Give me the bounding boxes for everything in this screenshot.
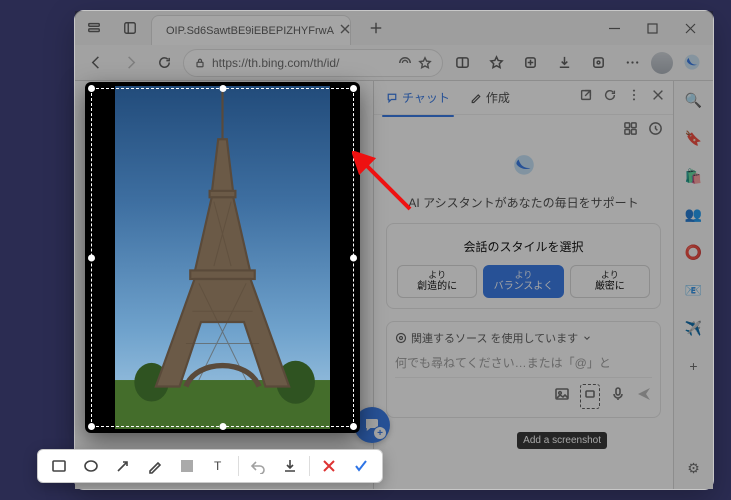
sb-shop[interactable]: 🛍️ [683,165,705,187]
copilot-tabs: チャット 作成 [374,81,673,115]
extensions-button[interactable] [583,48,613,78]
copilot-chat-tab[interactable]: チャット [382,85,454,110]
tab-title: OIP.Sd6SawtBE9iEBEPIZHYFrwA [166,25,334,37]
snip-toolbar: T [37,449,383,483]
style-header: 会話のスタイルを選択 [397,238,650,255]
mic-icon[interactable] [610,386,626,407]
handle-s[interactable] [219,423,226,430]
handle-sw[interactable] [88,423,95,430]
profile-avatar[interactable] [651,52,673,74]
text-tool[interactable]: T [204,452,234,480]
handle-n[interactable] [219,85,226,92]
add-image-icon[interactable] [554,386,570,407]
back-button[interactable] [81,48,111,78]
lock-icon [194,57,206,69]
copilot-logo [511,153,537,182]
edge-sidebar: 🔍 🔖 🛍️ 👥 ⭕ 📧 ✈️ + ⚙ [673,81,713,489]
add-screenshot-icon[interactable] [580,384,600,409]
sb-search[interactable]: 🔍 [683,89,705,111]
screenshot-tooltip: Add a screenshot [517,432,607,449]
apps-icon[interactable] [623,121,638,141]
window-close[interactable] [671,11,709,45]
style-precise-button[interactable]: より厳密に [570,265,650,298]
window-maximize[interactable] [633,11,671,45]
refresh-button[interactable] [149,48,179,78]
compose-box: 関連するソース を使用しています 何でも尋ねてください…または「@」と [386,321,661,418]
vertical-tabs-button[interactable] [115,13,145,43]
shape-rectangle[interactable] [44,452,74,480]
omnibox[interactable]: https://th.bing.com/th/id/ [183,49,443,77]
more-icon[interactable] [627,88,641,107]
svg-text:T: T [214,459,222,473]
titlebar: OIP.Sd6SawtBE9iEBEPIZHYFrwA [75,11,713,45]
style-selector: 会話のスタイルを選択 より創造的に よりバランスよく より厳密に [386,223,661,309]
style-creative-button[interactable]: より創造的に [397,265,477,298]
favorites-button[interactable] [481,48,511,78]
favorite-icon[interactable] [418,56,432,70]
refresh-icon[interactable] [603,88,617,107]
sb-people[interactable]: 👥 [683,203,705,225]
split-screen-icon[interactable] [447,48,477,78]
collections-button[interactable] [515,48,545,78]
send-icon[interactable] [636,386,652,407]
selection-marquee[interactable] [91,88,354,427]
read-aloud-icon[interactable] [398,56,412,70]
sb-teams[interactable]: ✈️ [683,317,705,339]
address-bar-row: https://th.bing.com/th/id/ [75,45,713,81]
new-tab-button[interactable] [361,13,391,43]
handle-ne[interactable] [350,85,357,92]
url-text: https://th.bing.com/th/id/ [212,56,392,70]
undo-button[interactable] [243,452,273,480]
browser-tab[interactable]: OIP.Sd6SawtBE9iEBEPIZHYFrwA [151,15,351,45]
sb-tag[interactable]: 🔖 [683,127,705,149]
sb-settings[interactable]: ⚙ [683,457,705,479]
handle-se[interactable] [350,423,357,430]
window-minimize[interactable] [595,11,633,45]
tab-close-button[interactable] [340,24,350,37]
sb-cloud[interactable]: ⭕ [683,241,705,263]
toolbar-sep [309,456,310,476]
handle-e[interactable] [350,254,357,261]
more-button[interactable] [617,48,647,78]
tabs-list-button[interactable] [79,13,109,43]
style-balanced-button[interactable]: よりバランスよく [483,265,563,298]
copilot-toggle[interactable] [677,48,707,78]
cancel-button[interactable] [314,452,344,480]
shape-ellipse[interactable] [76,452,106,480]
highlighter[interactable] [172,452,202,480]
draw-pen[interactable] [140,452,170,480]
confirm-button[interactable] [346,452,376,480]
toolbar-sep [238,456,239,476]
copilot-create-tab[interactable]: 作成 [466,85,514,110]
copilot-panel: チャット 作成 [373,81,673,489]
handle-nw[interactable] [88,85,95,92]
copilot-tagline: AI アシスタントがあなたの毎日をサポート [386,194,661,211]
history-icon[interactable] [648,121,663,141]
save-button[interactable] [275,452,305,480]
screenshot-selection[interactable] [85,82,360,433]
compose-input[interactable]: 何でも尋ねてください…または「@」と [395,352,652,378]
downloads-button[interactable] [549,48,579,78]
sb-plus[interactable]: + [683,355,705,377]
shape-arrow[interactable] [108,452,138,480]
close-icon[interactable] [651,88,665,107]
sb-mail[interactable]: 📧 [683,279,705,301]
open-in-new-icon[interactable] [579,88,593,107]
handle-w[interactable] [88,254,95,261]
forward-button[interactable] [115,48,145,78]
